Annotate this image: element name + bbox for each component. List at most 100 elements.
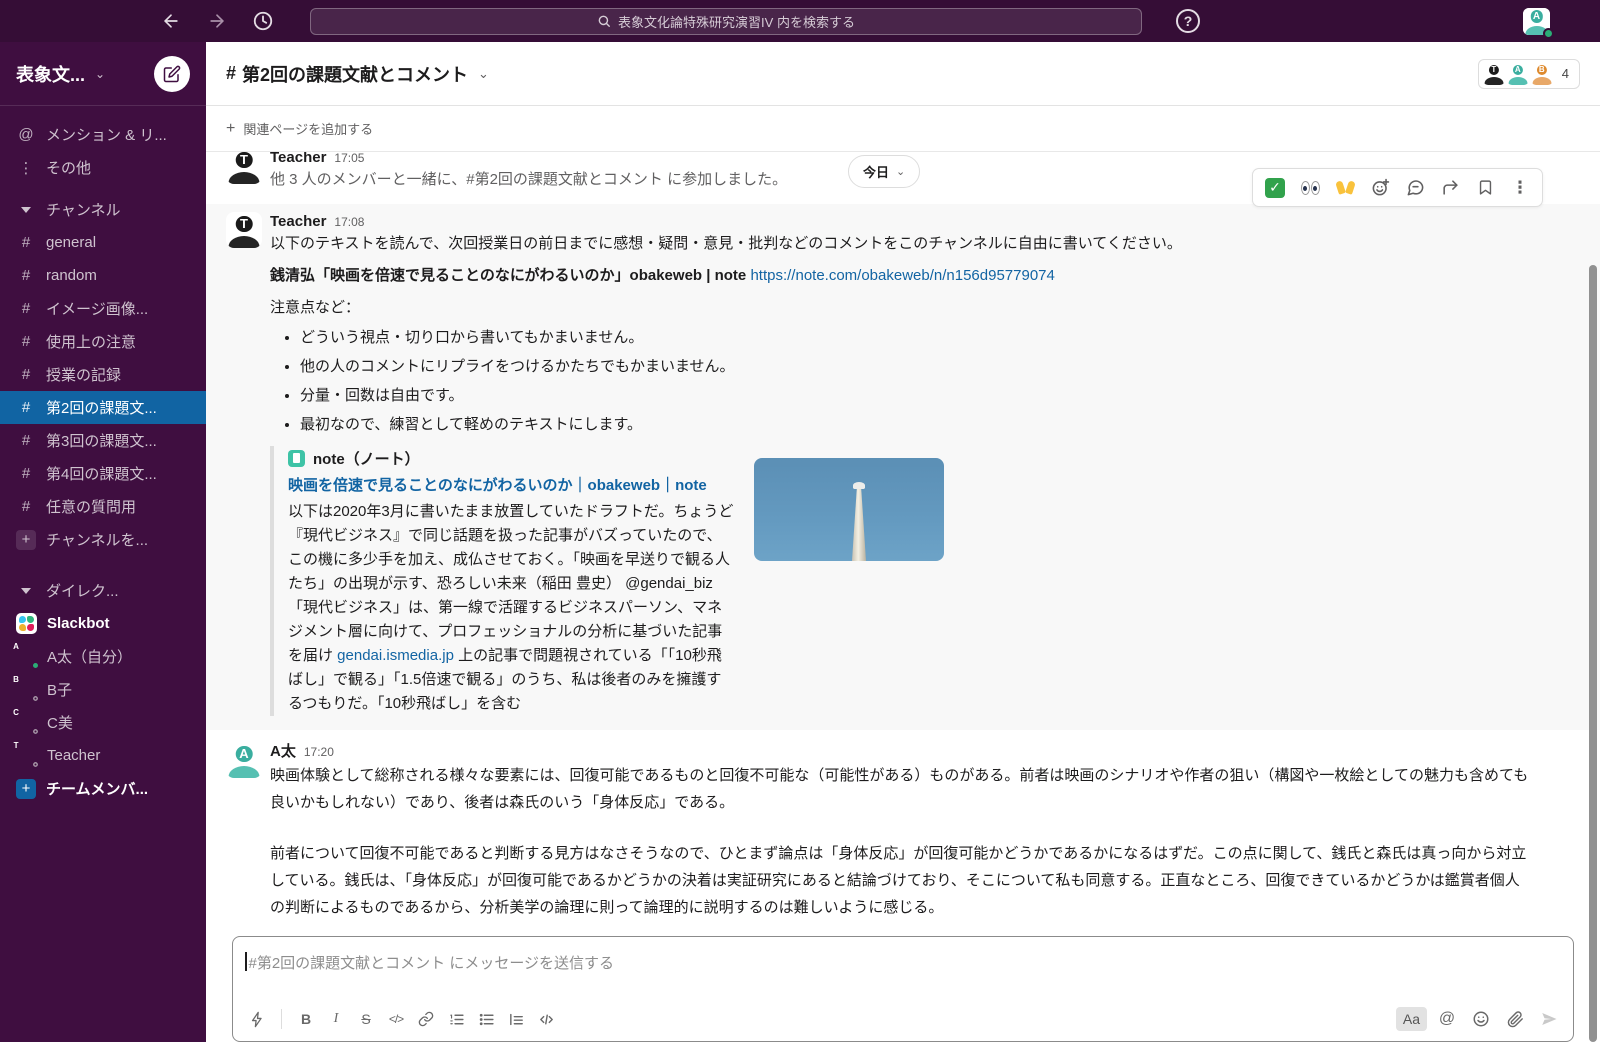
- attach-file-button[interactable]: [1501, 1006, 1529, 1032]
- message-teacher: T Teacher 17:08 以下のテキストを読んで、次回授業日の前日までに感…: [206, 204, 1600, 730]
- bullet-list-icon: [478, 1011, 495, 1028]
- avatar: A: [16, 646, 37, 667]
- save-for-later-button[interactable]: [1471, 174, 1499, 202]
- sidebar-channel-questions[interactable]: # 任意の質問用: [0, 490, 206, 523]
- sidebar-dm-slackbot[interactable]: Slackbot: [0, 607, 206, 640]
- sidebar-item-mentions[interactable]: @ メンション & リ...: [0, 118, 206, 151]
- reference-url-link[interactable]: https://note.com/obakeweb/n/n156d9577907…: [750, 267, 1054, 284]
- raised-hands-icon: [1337, 181, 1354, 194]
- shortcuts-button[interactable]: [243, 1006, 271, 1032]
- code-button[interactable]: </>: [382, 1006, 410, 1032]
- workspace-name: 表象文...: [16, 61, 85, 87]
- at-icon: @: [16, 126, 36, 143]
- channel-label: general: [46, 234, 96, 251]
- message-author[interactable]: Teacher: [270, 152, 326, 168]
- channel-label: 授業の記録: [46, 364, 121, 385]
- emoji-button[interactable]: [1467, 1006, 1495, 1032]
- react-raised-hands-button[interactable]: [1331, 174, 1359, 202]
- react-eyes-button[interactable]: [1296, 174, 1324, 202]
- channel-label: イメージ画像...: [46, 298, 148, 319]
- channels-section-header[interactable]: チャンネル: [0, 193, 206, 226]
- sidebar-add-channel[interactable]: + チャンネルを...: [0, 523, 206, 556]
- message-input[interactable]: #第2回の課題文献とコメント にメッセージを送信する: [233, 937, 1573, 997]
- hash-icon: #: [226, 63, 236, 84]
- history-button[interactable]: [250, 8, 276, 34]
- italic-button[interactable]: I: [322, 1006, 350, 1032]
- hash-icon: #: [16, 465, 36, 482]
- bullet-item: 他の人のコメントにリプライをつけるかたちでもかまいません。: [300, 355, 1532, 378]
- reply-thread-button[interactable]: [1401, 174, 1429, 202]
- bullet-list-button[interactable]: [472, 1006, 500, 1032]
- bookmark-icon: [1477, 179, 1494, 196]
- channel-members-button[interactable]: T A B 4: [1478, 59, 1580, 89]
- gendai-link[interactable]: gendai.ismedia.jp: [337, 647, 454, 664]
- message-author[interactable]: Teacher: [270, 212, 326, 232]
- user-avatar[interactable]: A: [1523, 8, 1550, 35]
- link-preview-card: note（ノート） 映画を倍速で見ることのなにがわるいのか｜obakeweb｜n…: [270, 446, 1532, 716]
- history-forward-button[interactable]: [204, 8, 230, 34]
- channel-title-button[interactable]: # 第2回の課題文献とコメント ⌄: [226, 61, 489, 87]
- sidebar-dm-cmi[interactable]: C C美: [0, 706, 206, 739]
- question-icon: ?: [1184, 13, 1193, 29]
- workspace-header[interactable]: 表象文... ⌄: [0, 42, 206, 106]
- new-message-button[interactable]: [154, 56, 190, 92]
- sidebar-channel-session4[interactable]: # 第4回の課題文...: [0, 457, 206, 490]
- hash-icon: #: [16, 234, 36, 251]
- sidebar-item-more[interactable]: ⋮ その他: [0, 151, 206, 184]
- sidebar-channel-usage-notes[interactable]: # 使用上の注意: [0, 325, 206, 358]
- bold-button[interactable]: B: [292, 1006, 320, 1032]
- avatar: C: [16, 712, 37, 733]
- more-actions-button[interactable]: ⋮: [1506, 174, 1534, 202]
- search-input[interactable]: 表象文化論特殊研究演習IV 内を検索する: [310, 8, 1142, 35]
- hash-icon: #: [16, 267, 36, 284]
- bullet-item: 最初なので、練習として軽めのテキストにします。: [300, 413, 1532, 436]
- channel-title: 第2回の課題文献とコメント: [242, 61, 468, 87]
- send-button[interactable]: [1535, 1006, 1563, 1032]
- history-back-button[interactable]: [158, 8, 184, 34]
- clock-icon: [252, 10, 274, 32]
- message-timestamp[interactable]: 17:20: [304, 742, 334, 762]
- sidebar-channel-session3[interactable]: # 第3回の課題文...: [0, 424, 206, 457]
- sidebar-channel-random[interactable]: # random: [0, 259, 206, 292]
- dm-label: B子: [47, 679, 72, 700]
- add-reaction-button[interactable]: [1366, 174, 1394, 202]
- blockquote-button[interactable]: [502, 1006, 530, 1032]
- react-check-button[interactable]: ✓: [1261, 174, 1289, 202]
- sidebar-invite-members[interactable]: + チームメンバ...: [0, 772, 206, 805]
- help-button[interactable]: ?: [1176, 9, 1200, 33]
- sidebar-channel-session2-selected[interactable]: # 第2回の課題文...: [0, 391, 206, 424]
- code-block-button[interactable]: [532, 1006, 560, 1032]
- message-author[interactable]: A太: [270, 742, 296, 762]
- message-paragraph: 前者について回復不可能であると判断する見方はなさそうなので、ひとまず論点は「身体…: [270, 840, 1532, 921]
- bookmarks-bar[interactable]: + 関連ページを追加する: [206, 106, 1600, 152]
- mention-button[interactable]: @: [1433, 1006, 1461, 1032]
- site-name: note（ノート）: [313, 448, 420, 469]
- sidebar-dm-self[interactable]: A A太（自分）: [0, 640, 206, 673]
- preview-title-link[interactable]: 映画を倍速で見ることのなにがわるいのか｜obakeweb｜note: [288, 474, 736, 498]
- text-cursor: [245, 952, 247, 971]
- strikethrough-button[interactable]: S: [352, 1006, 380, 1032]
- tower-photo-shape: [852, 485, 866, 561]
- message-timestamp[interactable]: 17:05: [334, 152, 364, 168]
- share-message-button[interactable]: [1436, 174, 1464, 202]
- dm-label: Slackbot: [47, 615, 110, 632]
- toggle-formatting-button[interactable]: Aa: [1396, 1007, 1427, 1031]
- sidebar-channel-general[interactable]: # general: [0, 226, 206, 259]
- vertical-scrollbar[interactable]: [1589, 265, 1597, 1042]
- sidebar-dm-bko[interactable]: B B子: [0, 673, 206, 706]
- lightning-icon: [249, 1011, 266, 1028]
- sidebar-channel-class-records[interactable]: # 授業の記録: [0, 358, 206, 391]
- link-preview-image[interactable]: [754, 458, 944, 561]
- arrow-right-icon: [207, 11, 227, 31]
- sidebar-dm-teacher[interactable]: T Teacher: [0, 739, 206, 772]
- avatar-teacher[interactable]: T: [226, 152, 262, 184]
- avatar-teacher[interactable]: T: [226, 212, 262, 248]
- avatar-ata[interactable]: A: [226, 742, 262, 778]
- dms-section-header[interactable]: ダイレク...: [0, 574, 206, 607]
- sidebar-channel-image[interactable]: # イメージ画像...: [0, 292, 206, 325]
- link-button[interactable]: [412, 1006, 440, 1032]
- ordered-list-button[interactable]: [442, 1006, 470, 1032]
- link-icon: [418, 1011, 434, 1027]
- date-divider-button[interactable]: 今日 ⌄: [848, 155, 920, 188]
- message-timestamp[interactable]: 17:08: [334, 212, 364, 232]
